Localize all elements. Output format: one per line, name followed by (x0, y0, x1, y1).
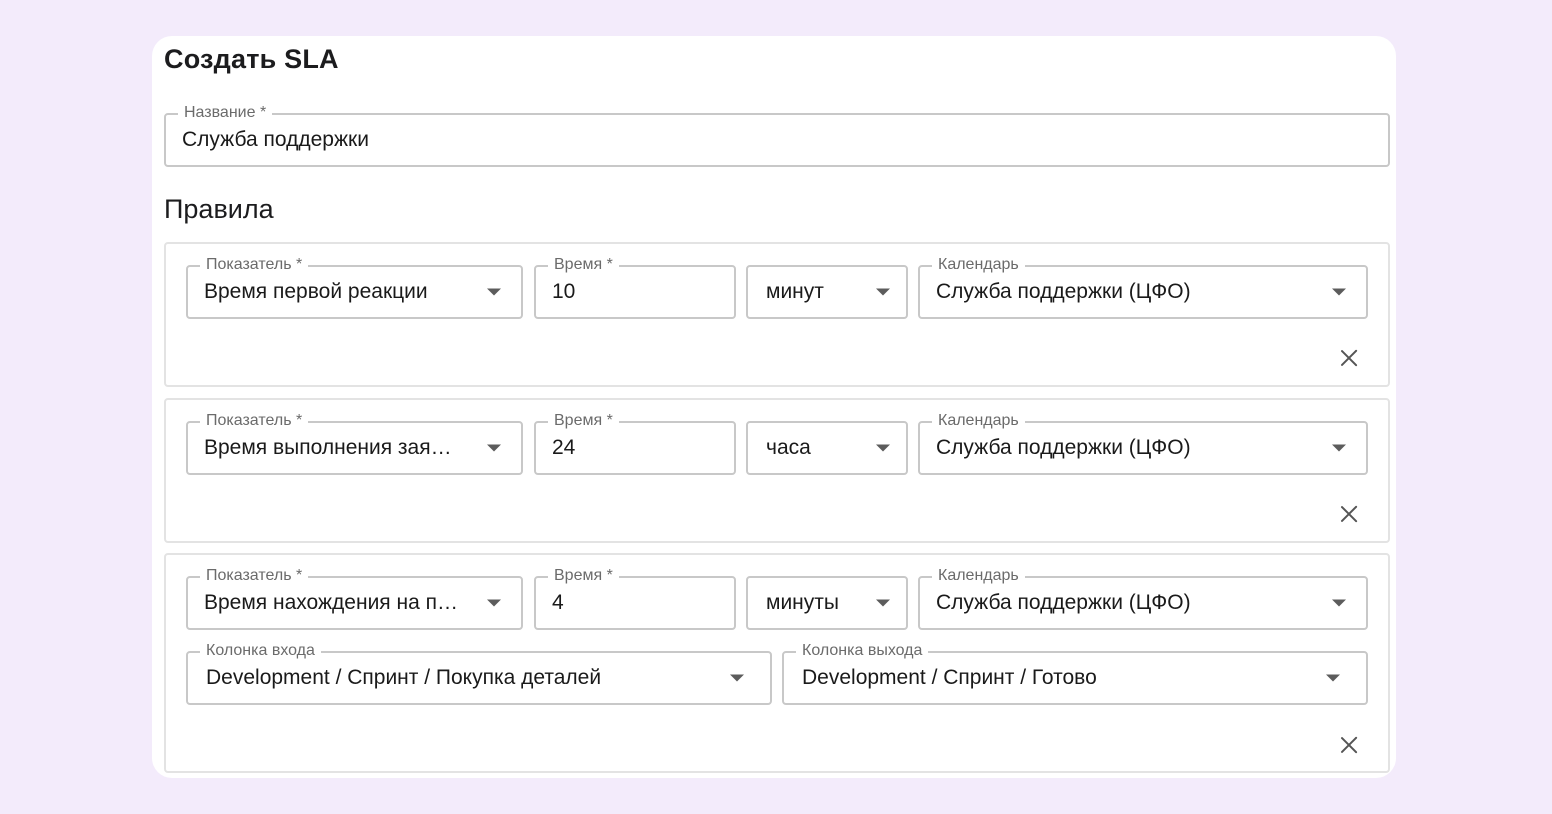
calendar-value: Служба поддержки (ЦФО) (936, 591, 1191, 614)
chevron-down-icon (1326, 674, 1340, 682)
chevron-down-icon (1332, 288, 1346, 296)
unit-value: минут (766, 280, 824, 303)
rule-card-2: Показатель * Время выполнения зая… Время… (164, 398, 1390, 543)
unit-select[interactable]: минут (746, 265, 908, 319)
unit-select[interactable]: минуты (746, 576, 908, 630)
name-field[interactable]: Название * Служба поддержки (164, 104, 1390, 167)
calendar-label: Календарь (932, 256, 1025, 274)
calendar-select[interactable]: Календарь Служба поддержки (ЦФО) (918, 412, 1368, 475)
chevron-down-icon (1332, 444, 1346, 452)
chevron-down-icon (487, 288, 501, 296)
time-value: 24 (552, 436, 576, 459)
metric-value: Время нахождения на п… (204, 591, 458, 614)
calendar-value: Служба поддержки (ЦФО) (936, 436, 1191, 459)
entry-column-select[interactable]: Колонка входа Development / Спринт / Пок… (186, 642, 772, 705)
page-title: Создать SLA (164, 44, 339, 74)
chevron-down-icon (876, 599, 890, 607)
time-label: Время * (548, 567, 619, 585)
metric-label: Показатель * (200, 567, 309, 585)
chevron-down-icon (487, 599, 501, 607)
chevron-down-icon (730, 674, 744, 682)
calendar-label: Календарь (932, 567, 1025, 585)
time-label: Время * (548, 412, 619, 430)
exit-column-select[interactable]: Колонка выхода Development / Спринт / Го… (782, 642, 1368, 705)
time-input[interactable]: Время * 10 (534, 256, 736, 319)
calendar-value: Служба поддержки (ЦФО) (936, 280, 1191, 303)
unit-value: часа (766, 436, 811, 459)
metric-select[interactable]: Показатель * Время выполнения зая… (186, 412, 523, 475)
entry-column-value: Development / Спринт / Покупка деталей (206, 666, 602, 689)
name-field-value: Служба поддержки (182, 128, 369, 151)
time-label: Время * (548, 256, 619, 274)
entry-column-label: Колонка входа (200, 642, 321, 660)
chevron-down-icon (487, 444, 501, 452)
exit-column-value: Development / Спринт / Готово (802, 666, 1097, 689)
metric-select[interactable]: Показатель * Время первой реакции (186, 256, 523, 319)
metric-value: Время выполнения зая… (204, 436, 452, 459)
calendar-select[interactable]: Календарь Служба поддержки (ЦФО) (918, 567, 1368, 630)
metric-select[interactable]: Показатель * Время нахождения на п… (186, 567, 523, 630)
close-icon[interactable] (1338, 347, 1360, 369)
metric-value: Время первой реакции (204, 280, 428, 303)
close-icon[interactable] (1338, 503, 1360, 525)
time-input[interactable]: Время * 4 (534, 567, 736, 630)
metric-label: Показатель * (200, 256, 309, 274)
name-field-label: Название * (178, 104, 273, 122)
rule-card-3: Показатель * Время нахождения на п… Врем… (164, 553, 1390, 773)
create-sla-card: Создать SLA Название * Служба поддержки … (152, 36, 1396, 778)
rule-card-1: Показатель * Время первой реакции Время … (164, 242, 1390, 387)
chevron-down-icon (1332, 599, 1346, 607)
calendar-select[interactable]: Календарь Служба поддержки (ЦФО) (918, 256, 1368, 319)
chevron-down-icon (876, 444, 890, 452)
metric-label: Показатель * (200, 412, 309, 430)
unit-select[interactable]: часа (746, 421, 908, 475)
calendar-label: Календарь (932, 412, 1025, 430)
close-icon[interactable] (1338, 734, 1360, 756)
time-value: 10 (552, 280, 576, 303)
unit-value: минуты (766, 591, 839, 614)
exit-column-label: Колонка выхода (796, 642, 929, 660)
rules-section-title: Правила (164, 194, 274, 224)
chevron-down-icon (876, 288, 890, 296)
time-value: 4 (552, 591, 564, 614)
time-input[interactable]: Время * 24 (534, 412, 736, 475)
